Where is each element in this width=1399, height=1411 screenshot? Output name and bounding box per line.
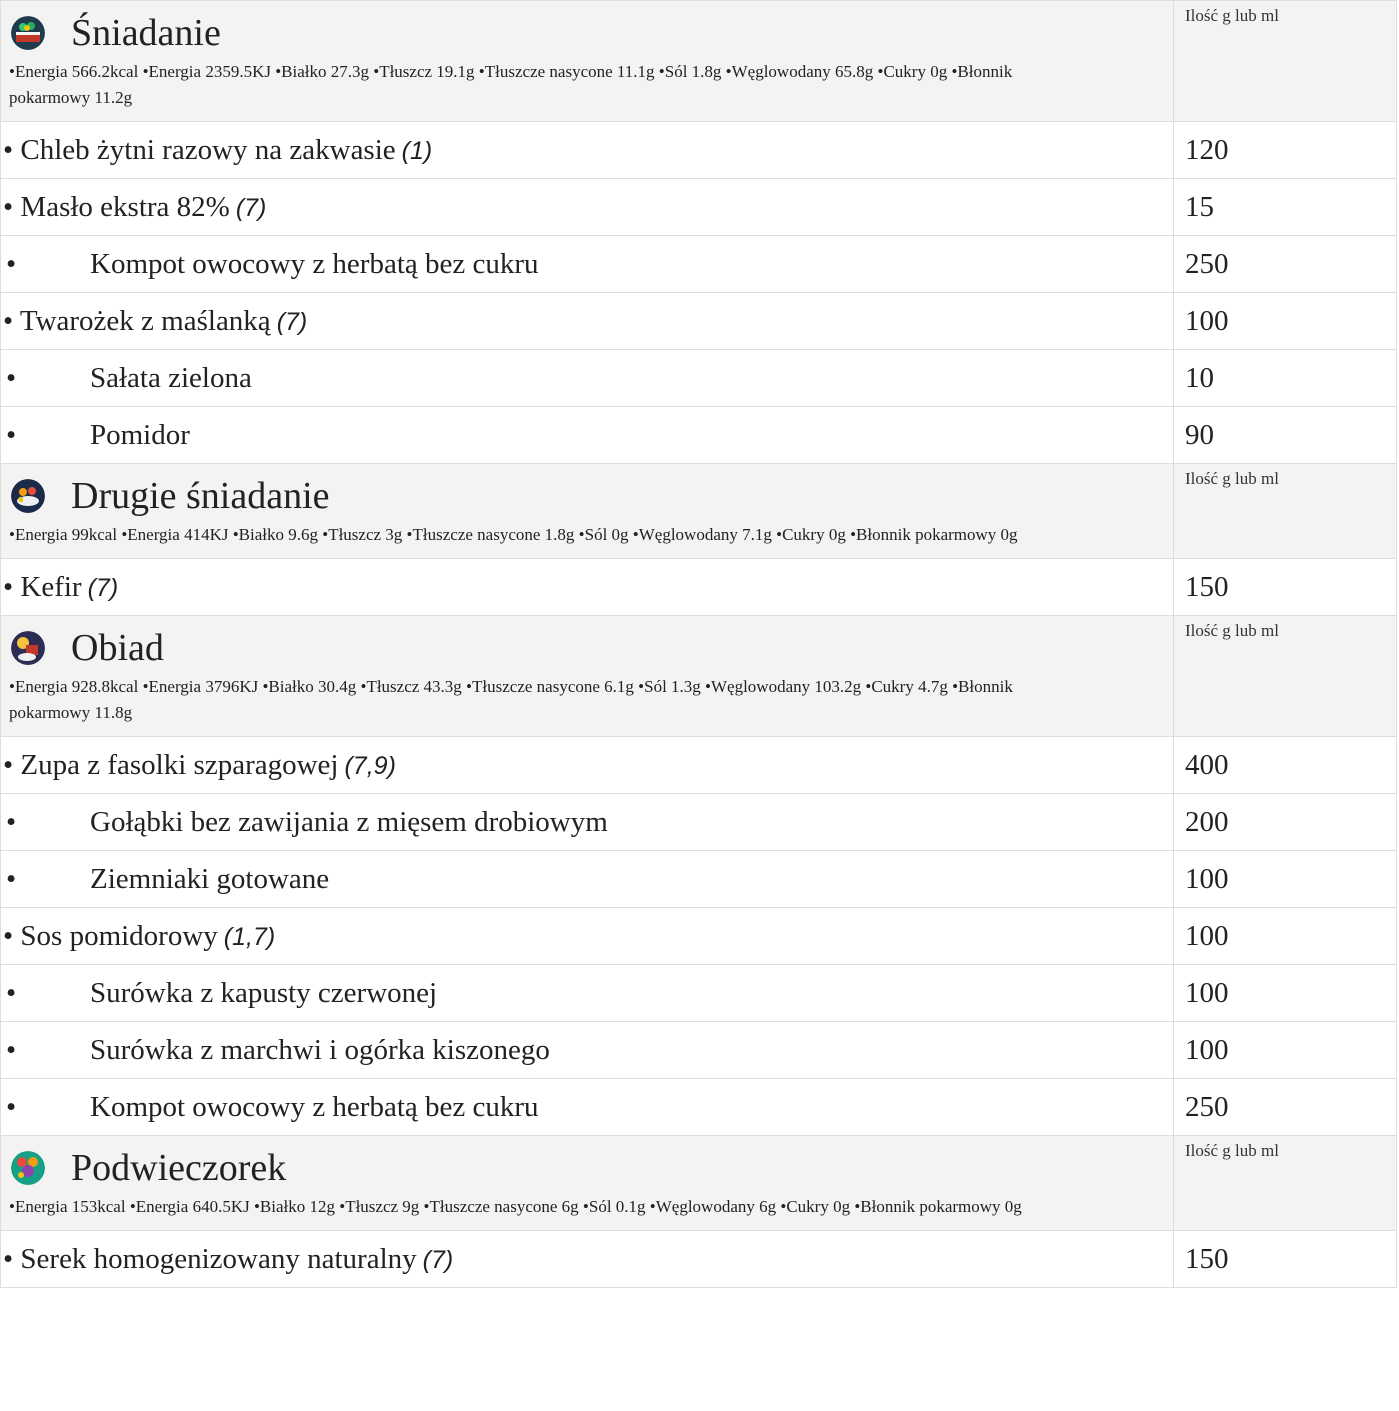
meal-title: Śniadanie <box>71 12 221 54</box>
item-name-cell: • Chleb żytni razowy na zakwasie (1) <box>0 121 1174 179</box>
item-name-cell: • Kompot owocowy z herbatą bez cukru <box>0 235 1174 293</box>
item-quantity: 150 <box>1173 558 1397 616</box>
meal-header-row: Drugie śniadanie •Energia 99kcal •Energi… <box>0 463 1397 559</box>
allergen-codes: (7) <box>235 193 267 222</box>
allergen-codes: (1) <box>401 136 433 165</box>
lunch-icon <box>11 631 45 665</box>
item-name-cell: • Zupa z fasolki szparagowej (7,9) <box>0 736 1174 794</box>
item-name: Sałata zielona <box>90 361 252 394</box>
item-name: Kompot owocowy z herbatą bez cukru <box>90 1090 539 1123</box>
table-row: • Kompot owocowy z herbatą bez cukru 250 <box>0 1078 1397 1136</box>
meal-title: Drugie śniadanie <box>71 475 330 517</box>
nutrition-summary: •Energia 153kcal •Energia 640.5KJ •Białk… <box>9 1197 1022 1216</box>
item-name: Chleb żytni razowy na zakwasie <box>20 133 396 166</box>
item-quantity: 120 <box>1173 121 1397 179</box>
item-quantity: 400 <box>1173 736 1397 794</box>
table-row: • Sałata zielona 10 <box>0 349 1397 407</box>
table-row: • Gołąbki bez zawijania z mięsem drobiowy… <box>0 793 1397 851</box>
item-name-cell: • Gołąbki bez zawijania z mięsem drobiowy… <box>0 793 1174 851</box>
allergen-codes: (7) <box>422 1245 454 1274</box>
item-name-cell: • Sos pomidorowy (1,7) <box>0 907 1174 965</box>
table-row: • Zupa z fasolki szparagowej (7,9) 400 <box>0 736 1397 794</box>
item-quantity: 10 <box>1173 349 1397 407</box>
table-row: • Serek homogenizowany naturalny (7) 150 <box>0 1230 1397 1288</box>
item-name: Zupa z fasolki szparagowej <box>20 748 339 781</box>
meal-title: Obiad <box>71 627 164 669</box>
item-name: Kompot owocowy z herbatą bez cukru <box>90 247 539 280</box>
quantity-column-header: Ilość g lub ml <box>1173 615 1397 737</box>
table-row: • Twarożek z maślanką (7) 100 <box>0 292 1397 350</box>
item-name: Gołąbki bez zawijania z mięsem drobiowym <box>90 805 608 838</box>
quantity-column-header: Ilość g lub ml <box>1173 0 1397 122</box>
item-name: Masło ekstra 82% <box>20 190 230 223</box>
item-name-cell: • Twarożek z maślanką (7) <box>0 292 1174 350</box>
item-name-cell: • Ziemniaki gotowane <box>0 850 1174 908</box>
table-row: • Kompot owocowy z herbatą bez cukru 250 <box>0 235 1397 293</box>
quantity-column-header: Ilość g lub ml <box>1173 1135 1397 1231</box>
table-row: • Kefir (7) 150 <box>0 558 1397 616</box>
nutrition-summary: •Energia 566.2kcal •Energia 2359.5KJ •Bi… <box>9 62 1013 107</box>
item-quantity: 200 <box>1173 793 1397 851</box>
allergen-codes: (7) <box>276 307 308 336</box>
item-quantity: 100 <box>1173 907 1397 965</box>
item-name-cell: • Kompot owocowy z herbatą bez cukru <box>0 1078 1174 1136</box>
item-name-cell: • Sałata zielona <box>0 349 1174 407</box>
item-quantity: 150 <box>1173 1230 1397 1288</box>
item-name: Serek homogenizowany naturalny <box>20 1242 417 1275</box>
item-quantity: 100 <box>1173 964 1397 1022</box>
table-row: • Ziemniaki gotowane 100 <box>0 850 1397 908</box>
item-name-cell: • Serek homogenizowany naturalny (7) <box>0 1230 1174 1288</box>
item-name: Surówka z marchwi i ogórka kiszonego <box>90 1033 550 1066</box>
table-row: • Surówka z marchwi i ogórka kiszonego 10… <box>0 1021 1397 1079</box>
item-name-cell: • Pomidor <box>0 406 1174 464</box>
item-name-cell: • Surówka z kapusty czerwonej <box>0 964 1174 1022</box>
item-quantity: 250 <box>1173 1078 1397 1136</box>
item-name: Twarożek z maślanką <box>19 304 271 337</box>
item-name-cell: • Kefir (7) <box>0 558 1174 616</box>
allergen-codes: (7,9) <box>344 751 396 780</box>
item-name: Ziemniaki gotowane <box>90 862 330 895</box>
item-name: Kefir <box>20 570 82 603</box>
table-row: • Masło ekstra 82% (7) 15 <box>0 178 1397 236</box>
table-row: • Chleb żytni razowy na zakwasie (1) 120 <box>0 121 1397 179</box>
item-quantity: 250 <box>1173 235 1397 293</box>
meal-header-row: Śniadanie •Energia 566.2kcal •Energia 23… <box>0 0 1397 122</box>
item-name: Sos pomidorowy <box>20 919 218 952</box>
item-name: Surówka z kapusty czerwonej <box>90 976 438 1009</box>
breakfast-icon <box>11 16 45 50</box>
item-quantity: 100 <box>1173 850 1397 908</box>
quantity-column-header: Ilość g lub ml <box>1173 463 1397 559</box>
meal-header-row: Obiad •Energia 928.8kcal •Energia 3796KJ… <box>0 615 1397 737</box>
meal-title: Podwieczorek <box>71 1147 287 1189</box>
allergen-codes: (7) <box>87 573 119 602</box>
table-row: • Sos pomidorowy (1,7) 100 <box>0 907 1397 965</box>
nutrition-summary: •Energia 928.8kcal •Energia 3796KJ •Biał… <box>9 677 1013 722</box>
item-name-cell: • Masło ekstra 82% (7) <box>0 178 1174 236</box>
meal-header-row: Podwieczorek •Energia 153kcal •Energia 6… <box>0 1135 1397 1231</box>
item-quantity: 15 <box>1173 178 1397 236</box>
afternoon-snack-icon <box>11 1151 45 1185</box>
item-name-cell: • Surówka z marchwi i ogórka kiszonego <box>0 1021 1174 1079</box>
table-row: • Pomidor 90 <box>0 406 1397 464</box>
second-breakfast-icon <box>11 479 45 513</box>
item-name: Pomidor <box>90 418 190 451</box>
menu-table: Śniadanie •Energia 566.2kcal •Energia 23… <box>0 0 1397 1288</box>
item-quantity: 90 <box>1173 406 1397 464</box>
allergen-codes: (1,7) <box>223 922 276 951</box>
item-quantity: 100 <box>1173 292 1397 350</box>
nutrition-summary: •Energia 99kcal •Energia 414KJ •Białko 9… <box>9 525 1018 544</box>
item-quantity: 100 <box>1173 1021 1397 1079</box>
table-row: • Surówka z kapusty czerwonej 100 <box>0 964 1397 1022</box>
